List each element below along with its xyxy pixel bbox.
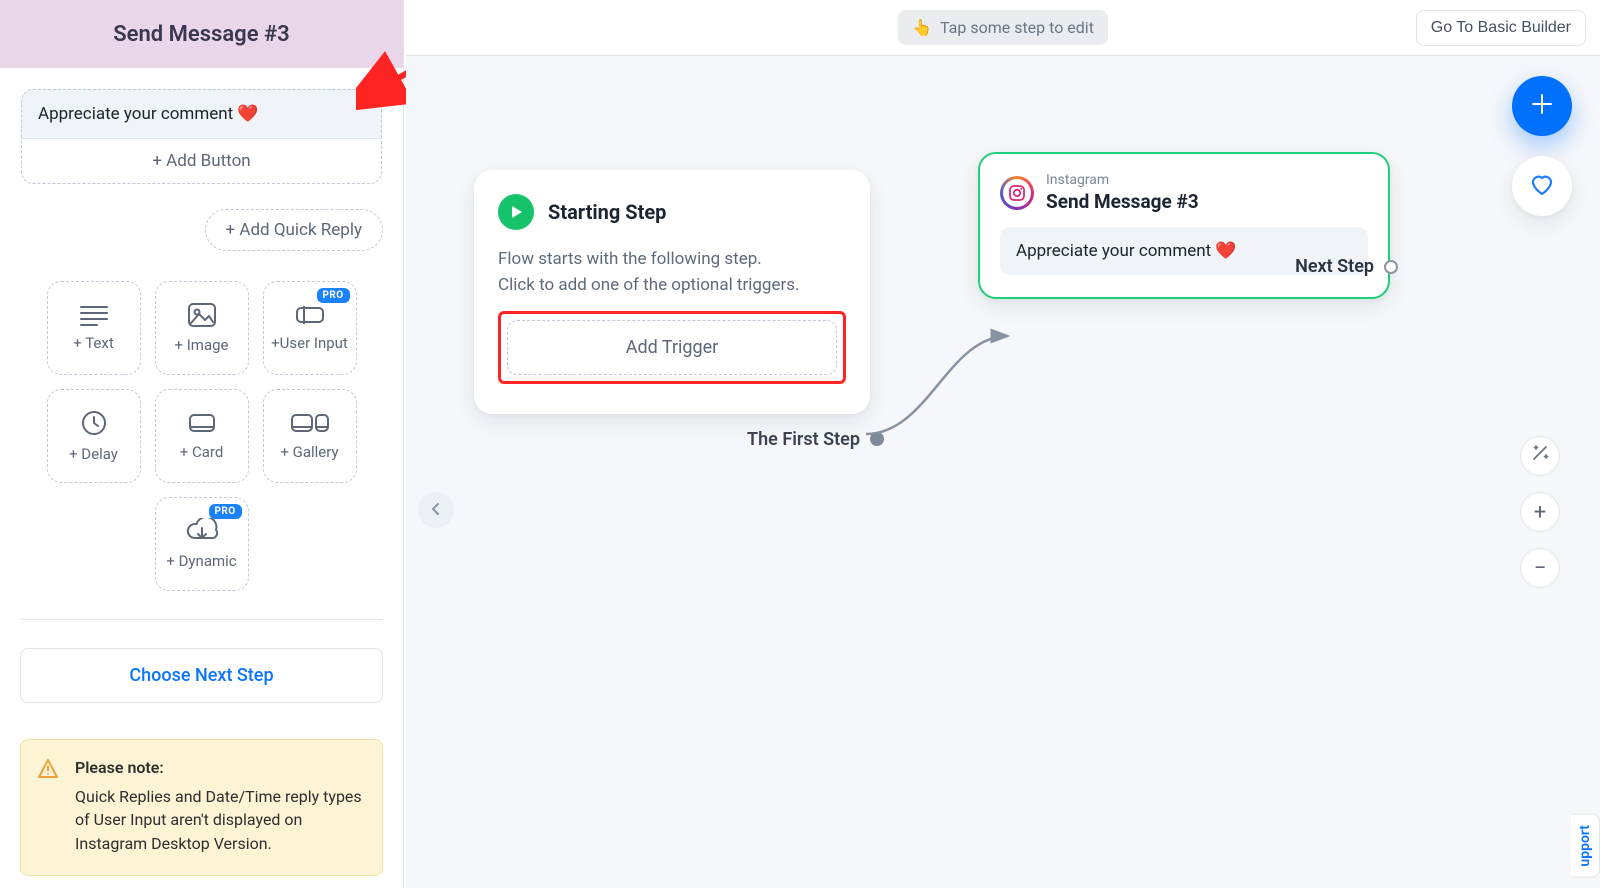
heart-outline-icon bbox=[1528, 170, 1556, 202]
desc-line-2: Click to add one of the optional trigger… bbox=[498, 272, 846, 298]
tool-label: + Delay bbox=[69, 445, 118, 463]
hint-text: Tap some step to edit bbox=[940, 18, 1094, 37]
edit-hint: 👆 Tap some step to edit bbox=[898, 10, 1108, 45]
quick-reply-wrap: + Add Quick Reply bbox=[20, 209, 383, 251]
support-tab[interactable]: upport bbox=[1571, 814, 1600, 878]
warning-icon bbox=[37, 758, 59, 786]
tool-label: + Gallery bbox=[280, 443, 338, 461]
flow-canvas[interactable]: 👆 Tap some step to edit Go To Basic Buil… bbox=[406, 0, 1600, 888]
tool-label: +User Input bbox=[271, 334, 348, 352]
cloud-download-icon bbox=[186, 518, 218, 544]
clock-icon bbox=[80, 409, 108, 437]
instagram-icon bbox=[1000, 176, 1034, 210]
add-button[interactable]: + Add Button bbox=[21, 138, 382, 184]
output-label: Next Step bbox=[1295, 256, 1374, 277]
input-icon bbox=[295, 304, 325, 326]
note-title: Please note: bbox=[75, 756, 366, 779]
card-icon bbox=[187, 411, 217, 435]
sidebar: Send Message #3 Appreciate your comment … bbox=[0, 0, 404, 888]
panel-title: Send Message #3 bbox=[0, 0, 403, 68]
collapse-sidebar-button[interactable] bbox=[418, 492, 454, 528]
add-trigger-highlight: Add Trigger bbox=[498, 311, 846, 384]
output-port-icon[interactable] bbox=[1384, 260, 1398, 274]
tool-label: + Text bbox=[73, 334, 113, 352]
tool-label: + Dynamic bbox=[166, 552, 236, 570]
output-port-icon[interactable] bbox=[870, 432, 884, 446]
stage[interactable]: + − upport Starting Step Flow starts wit… bbox=[406, 56, 1600, 888]
plus-icon bbox=[1529, 91, 1555, 121]
play-icon bbox=[498, 194, 534, 230]
choose-next-step-button[interactable]: Choose Next Step bbox=[20, 648, 383, 703]
tool-label: + Card bbox=[180, 443, 224, 461]
favorite-fab[interactable] bbox=[1512, 156, 1572, 216]
image-icon bbox=[187, 302, 217, 328]
channel-label: Instagram bbox=[1046, 172, 1199, 188]
message-block[interactable]: Appreciate your comment ❤️ + Add Button bbox=[20, 88, 383, 185]
node-header: Instagram Send Message #3 bbox=[1000, 172, 1368, 213]
node-title: Send Message #3 bbox=[1046, 190, 1199, 213]
tap-emoji-icon: 👆 bbox=[912, 18, 932, 37]
zoom-out-button[interactable]: − bbox=[1520, 548, 1560, 588]
zoom-in-button[interactable]: + bbox=[1520, 492, 1560, 532]
first-step-output[interactable]: The First Step bbox=[747, 429, 884, 450]
tool-delay[interactable]: + Delay bbox=[47, 389, 141, 483]
chevron-left-icon bbox=[429, 500, 443, 521]
tool-card[interactable]: + Card bbox=[155, 389, 249, 483]
tool-label: + Image bbox=[174, 336, 228, 354]
output-label: The First Step bbox=[747, 429, 860, 450]
tool-dynamic[interactable]: PRO + Dynamic bbox=[155, 497, 249, 591]
pro-badge: PRO bbox=[317, 288, 350, 303]
node-header: Starting Step bbox=[498, 194, 846, 230]
add-trigger-button[interactable]: Add Trigger bbox=[507, 320, 837, 375]
tool-user-input[interactable]: PRO +User Input bbox=[263, 281, 357, 375]
goto-basic-builder-button[interactable]: Go To Basic Builder bbox=[1416, 10, 1586, 46]
top-bar: 👆 Tap some step to edit Go To Basic Buil… bbox=[406, 0, 1600, 56]
divider bbox=[20, 619, 383, 620]
message-bubble[interactable]: Appreciate your comment ❤️ bbox=[21, 89, 382, 138]
node-description: Flow starts with the following step. Cli… bbox=[498, 246, 846, 299]
add-quick-reply-button[interactable]: + Add Quick Reply bbox=[205, 209, 384, 251]
content-toolbox: + Text + Image PRO bbox=[20, 281, 383, 591]
text-lines-icon bbox=[79, 304, 109, 326]
auto-layout-button[interactable] bbox=[1520, 436, 1560, 476]
node-starting-step[interactable]: Starting Step Flow starts with the follo… bbox=[474, 170, 870, 414]
plus-icon: + bbox=[1534, 500, 1546, 525]
next-step-output[interactable]: Next Step bbox=[1295, 256, 1398, 277]
warning-note: Please note: Quick Replies and Date/Time… bbox=[20, 739, 383, 876]
sidebar-content: Appreciate your comment ❤️ + Add Button … bbox=[0, 68, 403, 896]
tool-gallery[interactable]: + Gallery bbox=[263, 389, 357, 483]
node-heading: Instagram Send Message #3 bbox=[1046, 172, 1199, 213]
node-send-message-3[interactable]: Instagram Send Message #3 Appreciate you… bbox=[978, 152, 1390, 299]
gallery-icon bbox=[290, 411, 330, 435]
desc-line-1: Flow starts with the following step. bbox=[498, 246, 846, 272]
tool-image[interactable]: + Image bbox=[155, 281, 249, 375]
note-body: Quick Replies and Date/Time reply types … bbox=[75, 785, 366, 855]
minus-icon: − bbox=[1534, 556, 1547, 581]
pro-badge: PRO bbox=[209, 504, 242, 519]
tool-text[interactable]: + Text bbox=[47, 281, 141, 375]
add-step-fab[interactable] bbox=[1512, 76, 1572, 136]
node-title: Starting Step bbox=[548, 200, 666, 224]
wand-icon bbox=[1530, 443, 1550, 469]
